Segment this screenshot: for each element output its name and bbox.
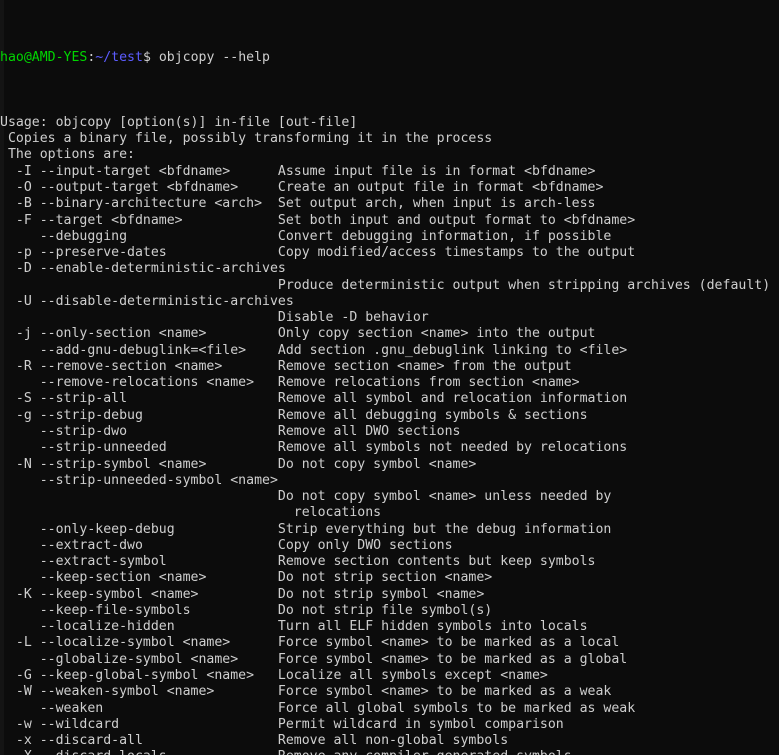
output-line-text: --add-gnu-debuglink=<file> Add section .… (0, 342, 628, 358)
output-line: The options are: (0, 147, 779, 163)
output-line-text: --strip-unneeded-symbol <name> (0, 472, 278, 488)
output-line: -g --strip-debug Remove all debugging sy… (0, 408, 779, 424)
output-line-text: --weaken Force all global symbols to be … (0, 700, 636, 716)
output-line: -p --preserve-dates Copy modified/access… (0, 245, 779, 261)
output-line-text: -D --enable-deterministic-archives (0, 261, 286, 277)
output-line-text: -I --input-target <bfdname> Assume input… (0, 163, 596, 179)
output-line: --extract-symbol Remove section contents… (0, 554, 779, 570)
output-line-text: -R --remove-section <name> Remove sectio… (0, 358, 572, 374)
output-line-text: --localize-hidden Turn all ELF hidden sy… (0, 619, 588, 635)
prompt-command: objcopy --help (150, 49, 270, 65)
output-line-text: The options are: (0, 147, 135, 163)
output-line-text: Copies a binary file, possibly transform… (0, 131, 493, 147)
output-line-text: --keep-file-symbols Do not strip file sy… (0, 602, 493, 618)
output-line-text: --strip-dwo Remove all DWO sections (0, 424, 461, 439)
output-line: -G --keep-global-symbol <name> Localize … (0, 668, 779, 684)
output-line-text: --debugging Convert debugging informatio… (0, 228, 612, 244)
output-line-text: Usage: objcopy [option(s)] in-file [out-… (0, 114, 358, 130)
output-line: --strip-unneeded Remove all symbols not … (0, 440, 779, 456)
output-line-text: relocations (0, 505, 382, 521)
prompt-dollar-sign: $ (142, 49, 151, 65)
output-line-text: Do not copy symbol <name> unless needed … (0, 489, 612, 505)
output-line: -O --output-target <bfdname> Create an o… (0, 180, 779, 196)
output-line-text: -X --discard-locals Remove any compiler-… (0, 749, 572, 755)
output-line-text: -j --only-section <name> Only copy secti… (0, 326, 596, 342)
output-line: --remove-relocations <name> Remove reloc… (0, 375, 779, 391)
command-output: Usage: objcopy [option(s)] in-file [out-… (0, 115, 779, 755)
output-line: Usage: objcopy [option(s)] in-file [out-… (0, 115, 779, 131)
output-line-text: -O --output-target <bfdname> Create an o… (0, 180, 604, 196)
output-line: -R --remove-section <name> Remove sectio… (0, 359, 779, 375)
output-line: -j --only-section <name> Only copy secti… (0, 326, 779, 342)
output-line: --only-keep-debug Strip everything but t… (0, 522, 779, 538)
output-line-text: Disable -D behavior (0, 310, 429, 326)
output-line-text: -x --discard-all Remove all non-global s… (0, 733, 509, 749)
terminal-window[interactable]: hao@AMD-YES:~/test$ objcopy --help Usage… (0, 0, 779, 755)
prompt-line: hao@AMD-YES:~/test$ objcopy --help (0, 50, 779, 66)
output-line: -F --target <bfdname> Set both input and… (0, 213, 779, 229)
output-line: --add-gnu-debuglink=<file> Add section .… (0, 343, 779, 359)
output-line: --weaken Force all global symbols to be … (0, 701, 779, 717)
output-line: --strip-dwo Remove all DWO sections (0, 424, 779, 440)
output-line: --strip-unneeded-symbol <name> (0, 473, 779, 489)
output-line: -D --enable-deterministic-archives (0, 261, 779, 277)
output-line-text: --extract-symbol Remove section contents… (0, 554, 596, 570)
output-line-text: --remove-relocations <name> Remove reloc… (0, 375, 580, 391)
output-line-text: -w --wildcard Permit wildcard in symbol … (0, 716, 564, 732)
output-line: -N --strip-symbol <name> Do not copy sym… (0, 457, 779, 473)
output-line: -w --wildcard Permit wildcard in symbol … (0, 717, 779, 733)
output-line-text: --globalize-symbol <name> Force symbol <… (0, 651, 628, 667)
output-line-text: -B --binary-architecture <arch> Set outp… (0, 196, 596, 212)
output-line: Copies a binary file, possibly transform… (0, 131, 779, 147)
output-line-text: -N --strip-symbol <name> Do not copy sym… (0, 456, 477, 472)
output-line: -B --binary-architecture <arch> Set outp… (0, 196, 779, 212)
output-line: -x --discard-all Remove all non-global s… (0, 733, 779, 749)
output-line-text: -S --strip-all Remove all symbol and rel… (0, 391, 628, 407)
output-line: --keep-file-symbols Do not strip file sy… (0, 603, 779, 619)
output-line: -I --input-target <bfdname> Assume input… (0, 164, 779, 180)
output-line: --localize-hidden Turn all ELF hidden sy… (0, 619, 779, 635)
output-line: --keep-section <name> Do not strip secti… (0, 570, 779, 586)
output-line-text: -g --strip-debug Remove all debugging sy… (0, 407, 588, 423)
output-line-text: --extract-dwo Copy only DWO sections (0, 537, 453, 553)
output-line: -W --weaken-symbol <name> Force symbol <… (0, 684, 779, 700)
terminal-screen[interactable]: hao@AMD-YES:~/test$ objcopy --help Usage… (0, 0, 779, 755)
prompt-path: ~/test (95, 49, 143, 65)
output-line-text: -L --localize-symbol <name> Force symbol… (0, 635, 620, 651)
output-line-text: -p --preserve-dates Copy modified/access… (0, 245, 636, 261)
output-line: --extract-dwo Copy only DWO sections (0, 538, 779, 554)
output-line-text: -K --keep-symbol <name> Do not strip sym… (0, 586, 485, 602)
output-line: --debugging Convert debugging informatio… (0, 229, 779, 245)
output-line-text: --strip-unneeded Remove all symbols not … (0, 440, 628, 456)
output-line: Disable -D behavior (0, 310, 779, 326)
output-line-text: -G --keep-global-symbol <name> Localize … (0, 667, 548, 683)
output-line: -X --discard-locals Remove any compiler-… (0, 749, 779, 755)
output-line: -L --localize-symbol <name> Force symbol… (0, 635, 779, 651)
output-line: -K --keep-symbol <name> Do not strip sym… (0, 587, 779, 603)
output-line-text: Produce deterministic output when stripp… (0, 277, 771, 293)
output-line: Do not copy symbol <name> unless needed … (0, 489, 779, 505)
output-line-text: -F --target <bfdname> Set both input and… (0, 212, 636, 228)
output-line-text: -W --weaken-symbol <name> Force symbol <… (0, 684, 612, 700)
output-line: --globalize-symbol <name> Force symbol <… (0, 652, 779, 668)
output-line: Produce deterministic output when stripp… (0, 278, 779, 294)
output-line-text: --only-keep-debug Strip everything but t… (0, 521, 612, 537)
output-line: -U --disable-deterministic-archives (0, 294, 779, 310)
output-line-text: --keep-section <name> Do not strip secti… (0, 570, 493, 586)
output-line-text: -U --disable-deterministic-archives (0, 293, 294, 309)
output-line: relocations (0, 505, 779, 521)
prompt-user-host: hao@AMD-YES (0, 49, 88, 65)
output-line: -S --strip-all Remove all symbol and rel… (0, 391, 779, 407)
